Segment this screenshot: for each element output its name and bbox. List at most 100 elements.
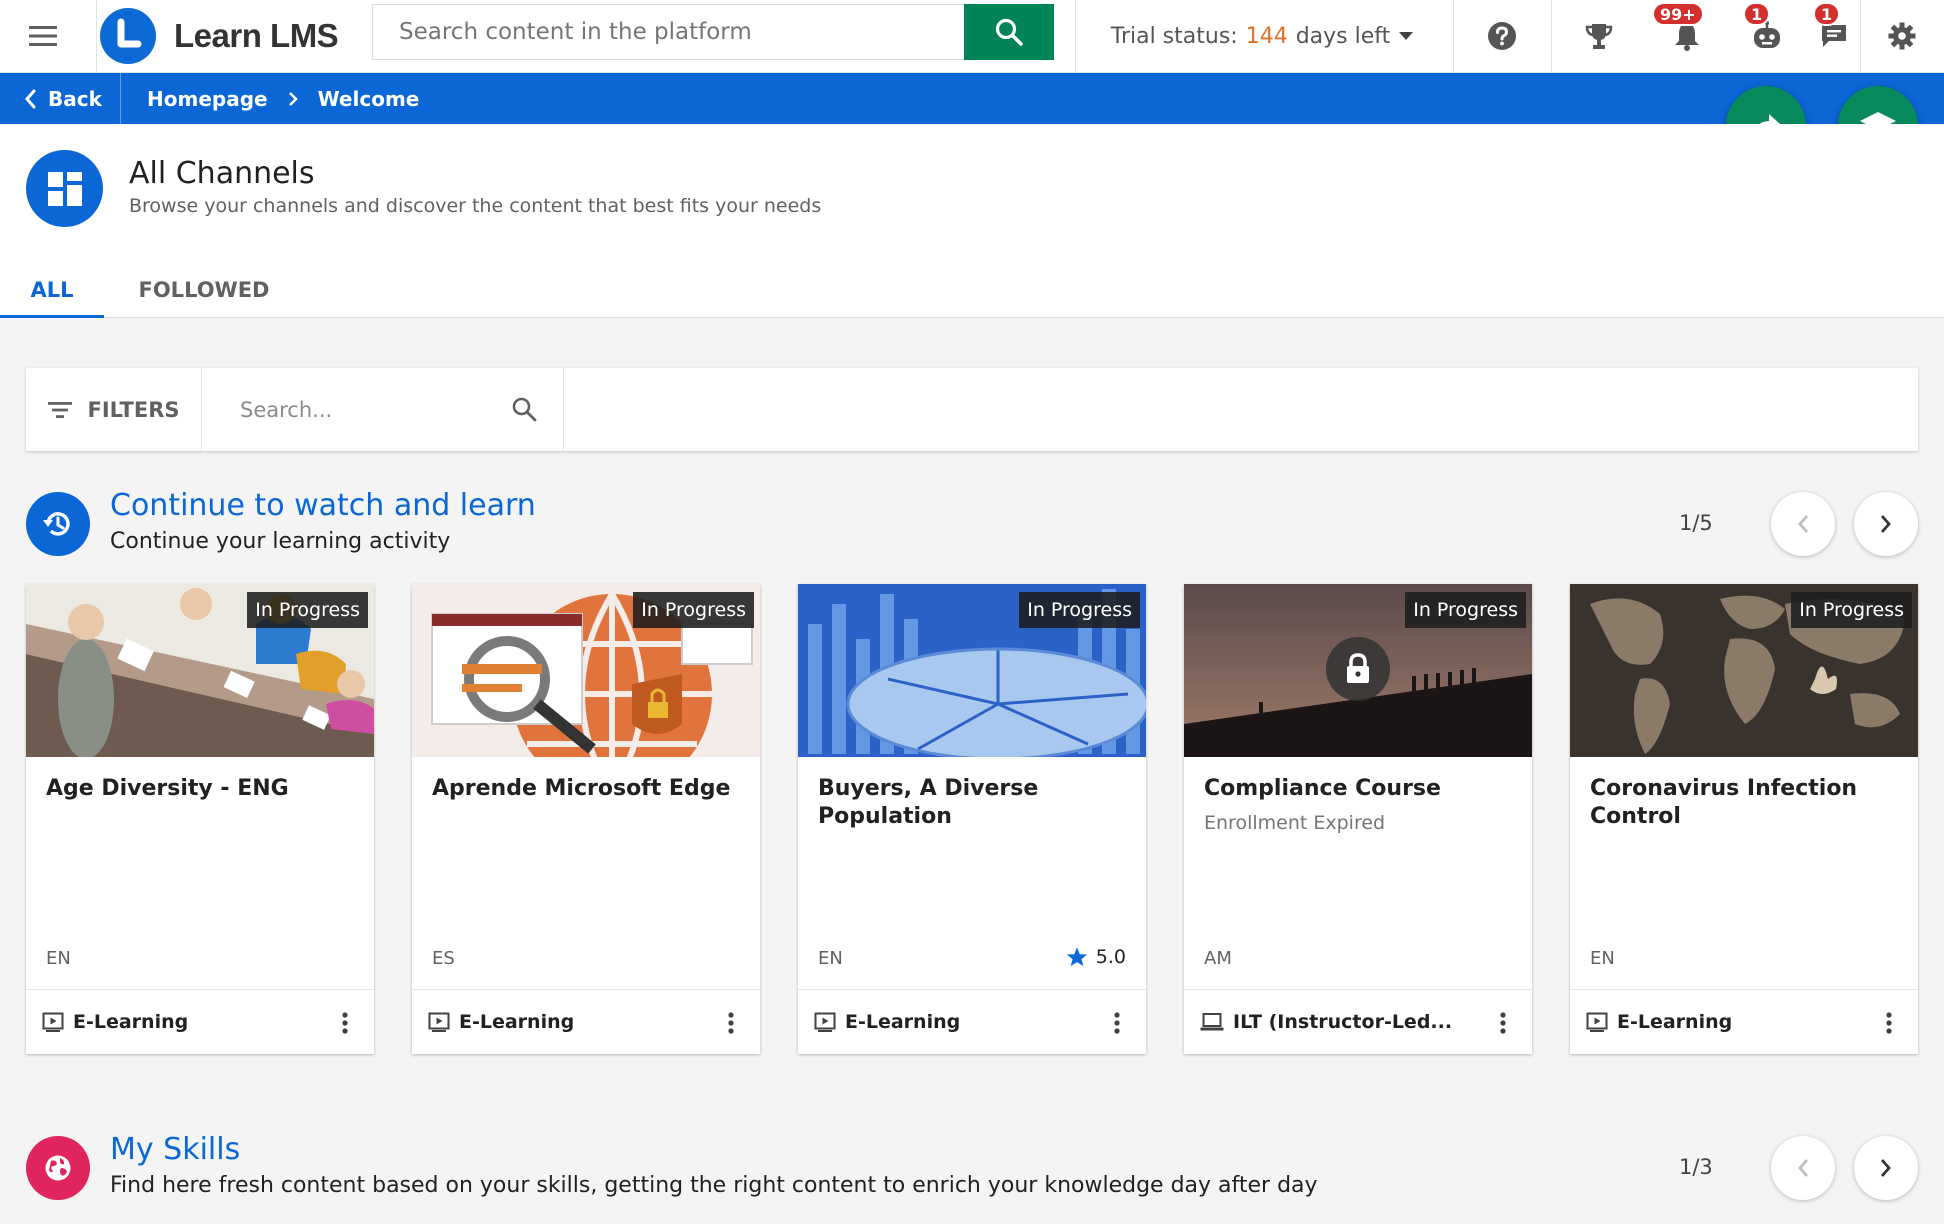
chevron-left-icon (25, 89, 36, 108)
continue-pager: 1/5 (1679, 511, 1713, 535)
course-type: E-Learning (845, 1011, 961, 1033)
help-icon (1488, 22, 1516, 50)
course-card-footer: E-Learning (26, 989, 374, 1054)
back-button[interactable]: Back (0, 73, 121, 124)
play-screen-icon (42, 1012, 64, 1032)
course-title[interactable]: Coronavirus Infection Control (1590, 775, 1900, 831)
trial-status-dropdown[interactable]: Trial status: 144 days left (1075, 0, 1450, 72)
course-card-footer: E-Learning (798, 989, 1146, 1054)
status-badge: In Progress (1791, 592, 1912, 628)
global-search-button[interactable] (964, 4, 1054, 60)
channels-dashboard-icon (26, 150, 103, 227)
play-screen-icon (1586, 1012, 1608, 1032)
course-thumbnail: In Progress (1570, 584, 1918, 757)
continue-prev-button[interactable] (1771, 492, 1835, 556)
play-screen-icon (814, 1012, 836, 1032)
more-options-icon[interactable] (342, 1012, 348, 1034)
filters-bar: FILTERS Search... (26, 368, 1918, 451)
course-language: EN (818, 948, 843, 969)
course-title[interactable]: Aprende Microsoft Edge (432, 775, 742, 803)
breadcrumb-bar: Back Homepage Welcome (0, 73, 1944, 124)
course-thumbnail: In Progress (798, 584, 1146, 757)
chevron-right-icon (1880, 515, 1891, 533)
chevron-left-icon (1798, 515, 1809, 533)
filters-label: FILTERS (87, 397, 180, 422)
page-title: All Channels (129, 156, 315, 191)
course-title[interactable]: Buyers, A Diverse Population (818, 775, 1128, 831)
laptop-icon (1200, 1013, 1224, 1031)
course-type: E-Learning (73, 1011, 189, 1033)
channel-search-input[interactable]: Search... (202, 368, 564, 451)
course-card[interactable]: In Progress Aprende Microsoft Edge ES E-… (412, 584, 760, 1054)
breadcrumb: Homepage Welcome (147, 73, 419, 124)
page-subtitle: Browse your channels and discover the co… (129, 195, 822, 217)
skills-next-button[interactable] (1854, 1136, 1918, 1200)
course-type: E-Learning (1617, 1011, 1733, 1033)
chevron-right-icon (288, 91, 298, 106)
continue-section-title[interactable]: Continue to watch and learn (110, 488, 536, 523)
caret-down-icon (1399, 32, 1414, 40)
search-icon[interactable] (511, 396, 537, 422)
course-card[interactable]: In Progress Age Diversity - ENG EN E-Lea… (26, 584, 374, 1054)
lock-icon (1326, 637, 1390, 701)
settings-button[interactable] (1860, 0, 1944, 72)
course-title[interactable]: Age Diversity - ENG (46, 775, 356, 803)
assistant-bot-button[interactable]: 1 (1727, 0, 1807, 72)
course-card[interactable]: In Progress Coronavirus Infection Contro… (1570, 584, 1918, 1054)
course-card-footer: ILT (Instructor-Led... (1184, 989, 1532, 1054)
course-language: EN (1590, 948, 1615, 969)
app-logo[interactable]: Learn LMS (97, 0, 372, 72)
trophy-icon (1585, 24, 1613, 49)
messages-button[interactable]: 1 (1807, 0, 1861, 72)
achievements-button[interactable] (1551, 0, 1647, 72)
gear-icon (1888, 22, 1916, 50)
tab-followed[interactable]: FOLLOWED (104, 270, 304, 318)
course-card-footer: E-Learning (412, 989, 760, 1054)
status-badge: In Progress (247, 592, 368, 628)
trial-status-label: Trial status: (1110, 23, 1238, 49)
channel-search-placeholder: Search... (240, 397, 333, 422)
app-name: Learn LMS (174, 17, 339, 54)
global-search-input[interactable]: Search content in the platform (372, 4, 1055, 60)
course-thumbnail: In Progress (26, 584, 374, 757)
breadcrumb-welcome: Welcome (317, 86, 420, 111)
course-thumbnail: In Progress (412, 584, 760, 757)
course-type: ILT (Instructor-Led... (1233, 1011, 1453, 1033)
more-options-icon[interactable] (1500, 1012, 1506, 1034)
more-options-icon[interactable] (1886, 1012, 1892, 1034)
tab-all[interactable]: ALL (0, 270, 104, 318)
trial-days-suffix: days left (1295, 23, 1391, 49)
rating-value: 5.0 (1095, 946, 1126, 968)
notifications-badge: 99+ (1652, 2, 1704, 26)
back-label: Back (48, 86, 102, 111)
hamburger-menu-button[interactable] (0, 0, 85, 72)
notifications-button[interactable]: 99+ (1647, 0, 1727, 72)
continue-next-button[interactable] (1854, 492, 1918, 556)
course-type: E-Learning (459, 1011, 575, 1033)
continue-section-subtitle: Continue your learning activity (110, 529, 451, 554)
status-badge: In Progress (1019, 592, 1140, 628)
more-options-icon[interactable] (1114, 1012, 1120, 1034)
course-card[interactable]: In Progress Buyers, A Diverse Population… (798, 584, 1146, 1054)
course-thumbnail: In Progress (1184, 584, 1532, 757)
logo-mark-icon (100, 8, 156, 64)
more-options-icon[interactable] (728, 1012, 734, 1034)
bot-badge: 1 (1743, 2, 1771, 26)
search-icon (995, 18, 1023, 46)
chevron-right-icon (1880, 1159, 1891, 1177)
course-rating: 5.0 (1066, 946, 1126, 968)
breadcrumb-homepage[interactable]: Homepage (147, 87, 268, 111)
skills-section-title[interactable]: My Skills (110, 1132, 240, 1167)
status-badge: In Progress (633, 592, 754, 628)
skills-pager: 1/3 (1679, 1155, 1713, 1179)
filters-button[interactable]: FILTERS (26, 368, 202, 451)
global-search-placeholder: Search content in the platform (399, 19, 752, 45)
hamburger-icon (28, 26, 57, 46)
play-screen-icon (428, 1012, 450, 1032)
skills-prev-button[interactable] (1771, 1136, 1835, 1200)
course-card[interactable]: In Progress Compliance Course Enrollment… (1184, 584, 1532, 1054)
skills-section-subtitle: Find here fresh content based on your sk… (110, 1173, 1318, 1198)
chat-icon (1822, 25, 1846, 47)
help-button[interactable] (1453, 0, 1551, 72)
course-title[interactable]: Compliance Course (1204, 775, 1514, 803)
